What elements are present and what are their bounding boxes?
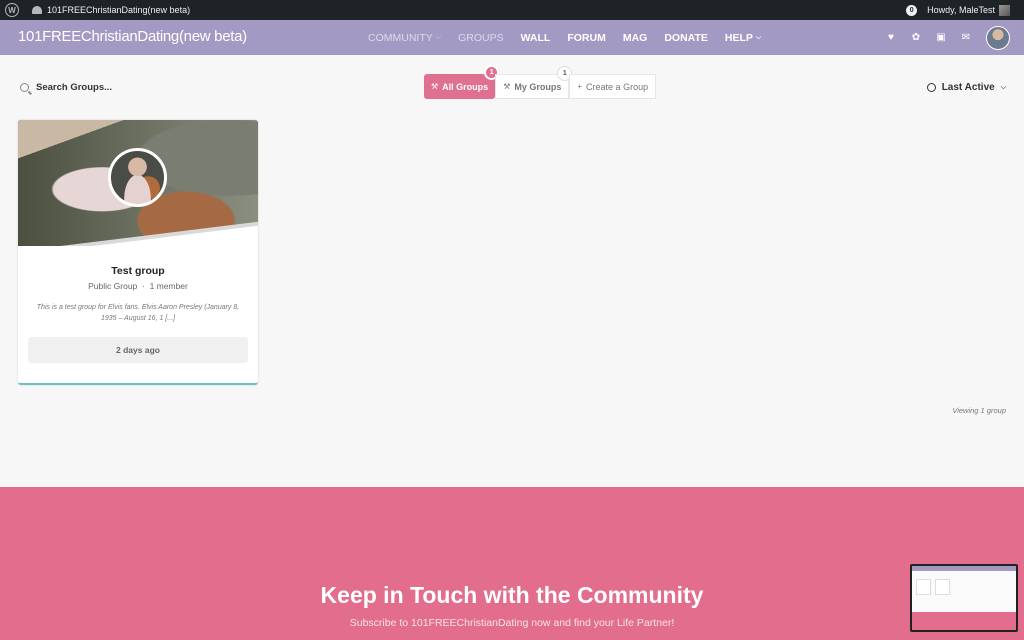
- dashboard-icon[interactable]: [32, 6, 42, 14]
- group-tabs: ⚒ All Groups 1 ⚒ My Groups 1 + Create a …: [424, 65, 657, 99]
- pagination-count: Viewing 1 group: [952, 406, 1006, 415]
- last-active-button[interactable]: 2 days ago: [28, 337, 248, 363]
- search-input[interactable]: Search Groups...: [36, 82, 112, 93]
- nav-groups[interactable]: GROUPS: [458, 32, 504, 44]
- tab-my-groups[interactable]: ⚒ My Groups 1: [495, 66, 573, 99]
- nav-wall[interactable]: WALL: [521, 32, 551, 44]
- admin-bar: W 101FREEChristianDating(new beta) 0 How…: [0, 0, 1024, 20]
- wordpress-icon[interactable]: W: [5, 3, 19, 17]
- user-avatar[interactable]: [986, 25, 1010, 50]
- admin-site-name[interactable]: 101FREEChristianDating(new beta): [47, 5, 190, 15]
- groups-icon: ⚒: [503, 82, 511, 91]
- groups-icon: ⚒: [431, 82, 439, 91]
- search-icon: [20, 83, 29, 92]
- main-nav: COMMUNITY ⌵ GROUPS WALL FORUM MAG DONATE …: [368, 20, 778, 55]
- notifications-badge[interactable]: 0: [906, 4, 918, 16]
- group-avatar[interactable]: [108, 148, 167, 207]
- search-groups[interactable]: Search Groups...: [20, 82, 112, 93]
- newsletter-footer: Keep in Touch with the Community Subscri…: [0, 487, 1024, 640]
- nav-help[interactable]: HELP ⌵: [725, 32, 761, 44]
- chevron-down-icon: ⌵: [435, 33, 442, 41]
- chevron-down-icon: ⌵: [1000, 83, 1006, 91]
- envelope-icon[interactable]: ✉: [961, 32, 971, 43]
- header-icons: ♥ ✿ ▣ ✉: [886, 20, 1010, 55]
- group-description: This is a test group for Elvis fans. Elv…: [36, 304, 240, 322]
- sort-label: Last Active: [941, 82, 995, 93]
- nav-forum[interactable]: FORUM: [567, 32, 606, 44]
- screen-preview-thumbnail[interactable]: [910, 564, 1018, 632]
- heart-icon[interactable]: ♥: [886, 32, 896, 43]
- site-header: 101FREEChristianDating(new beta) COMMUNI…: [0, 20, 1024, 55]
- nav-donate[interactable]: DONATE: [664, 32, 708, 44]
- site-brand[interactable]: 101FREEChristianDating(new beta): [18, 28, 247, 45]
- plus-icon: +: [577, 82, 583, 91]
- group-title[interactable]: Test group: [18, 265, 258, 277]
- account-greeting[interactable]: Howdy, MaleTest: [927, 5, 995, 15]
- nav-community[interactable]: COMMUNITY ⌵: [368, 32, 441, 44]
- chat-icon[interactable]: ▣: [936, 32, 946, 43]
- group-members: 1 member: [149, 281, 188, 291]
- chevron-down-icon: ⌵: [755, 33, 762, 41]
- clock-icon: [926, 83, 936, 92]
- paw-icon[interactable]: ✿: [911, 32, 921, 43]
- group-type: Public Group: [88, 281, 138, 291]
- group-card[interactable]: Test group Public Group · 1 member This …: [18, 120, 258, 385]
- group-meta: Public Group · 1 member: [18, 281, 258, 291]
- meta-separator: ·: [139, 281, 148, 291]
- nav-mag[interactable]: MAG: [623, 32, 648, 44]
- tab-create-group[interactable]: + Create a Group: [569, 74, 657, 99]
- tab-all-groups[interactable]: ⚒ All Groups 1: [424, 65, 500, 99]
- footer-subheading: Subscribe to 101FREEChristianDating now …: [349, 617, 675, 629]
- sort-dropdown[interactable]: Last Active ⌵: [926, 82, 1006, 93]
- footer-heading: Keep in Touch with the Community: [320, 582, 704, 608]
- admin-avatar[interactable]: [999, 4, 1010, 16]
